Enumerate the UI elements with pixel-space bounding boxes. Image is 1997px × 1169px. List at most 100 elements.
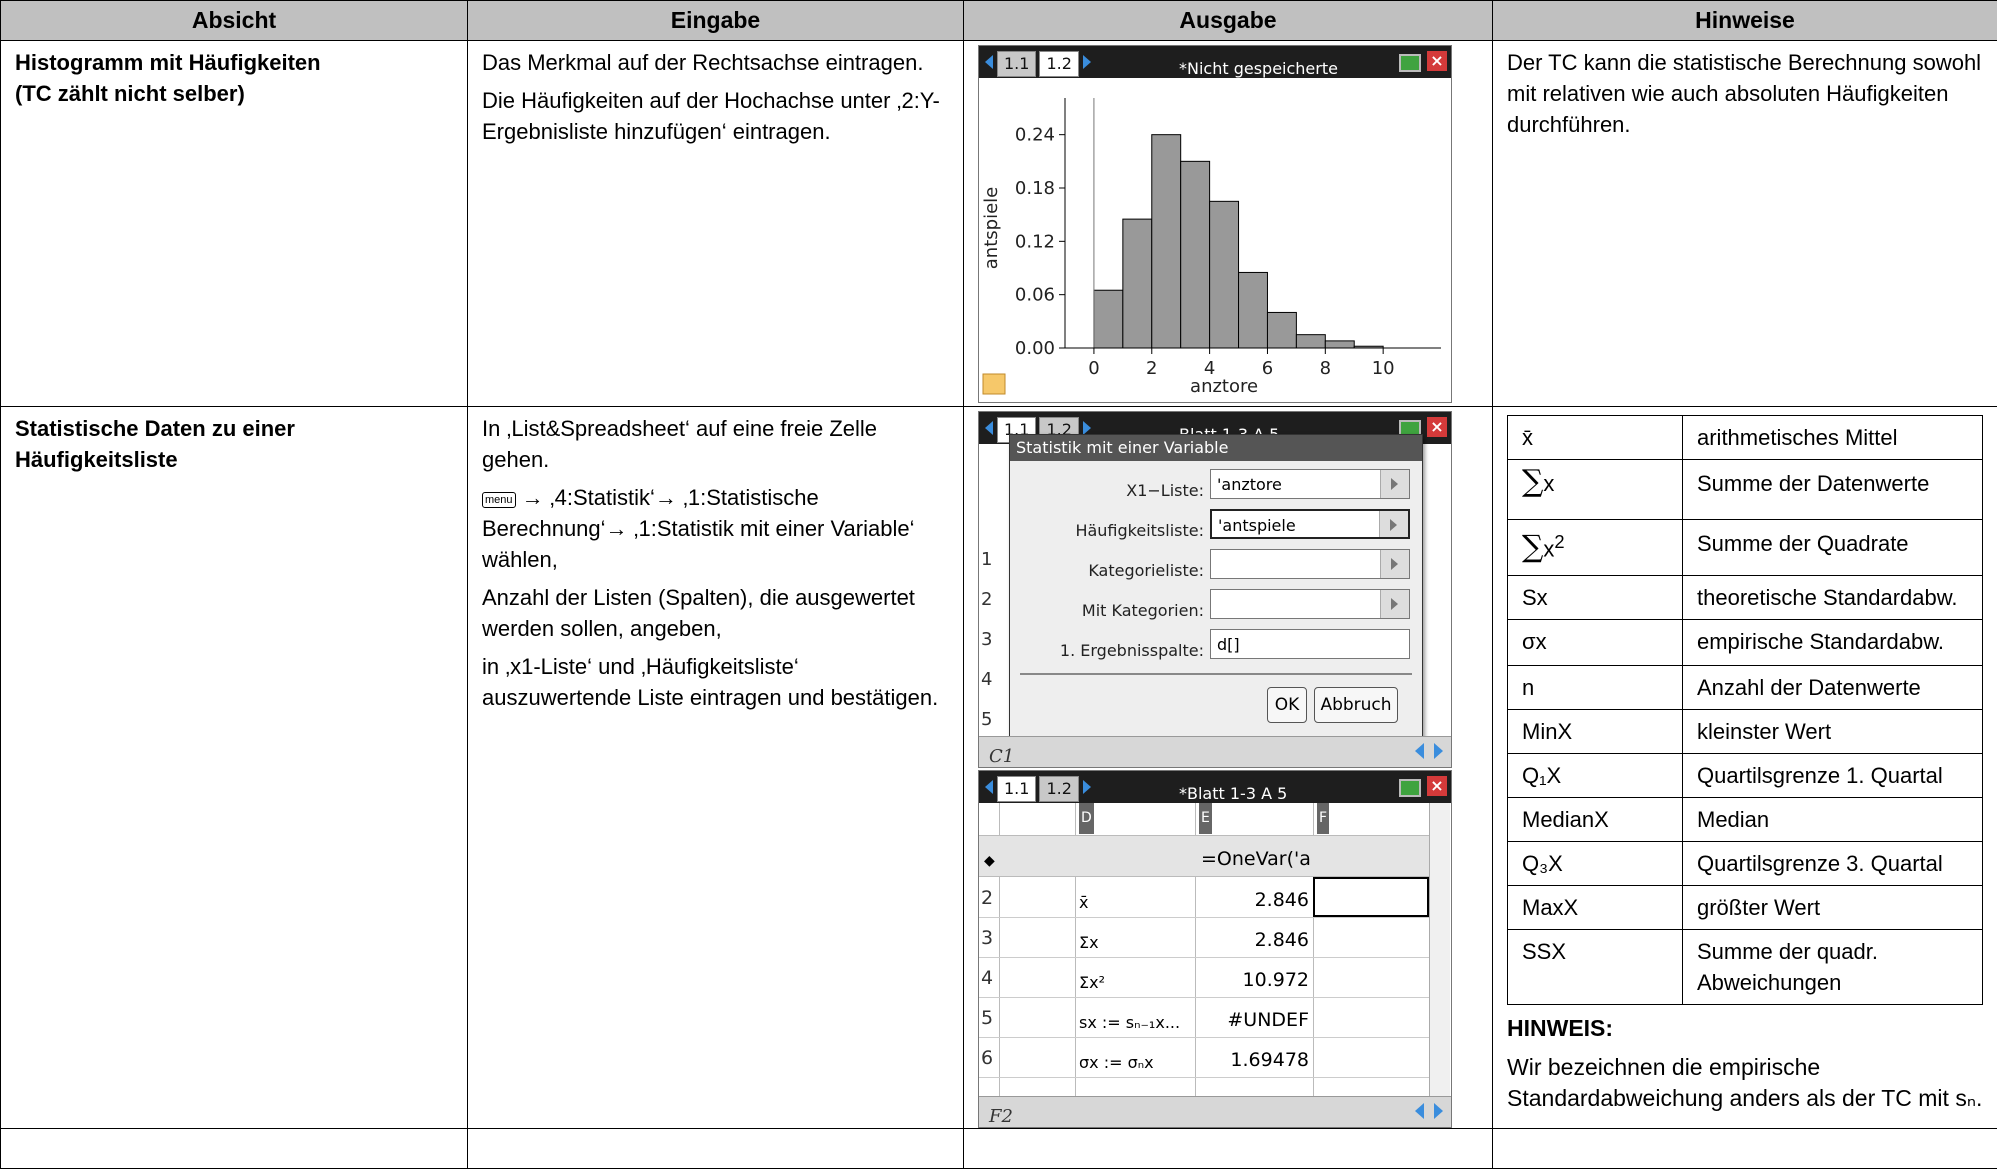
note-text: Wir bezeichnen die empirische Standardab…	[1507, 1052, 1983, 1114]
symbol-row: x̄arithmetisches Mittel	[1508, 416, 1983, 460]
stat-value[interactable]: 2.846	[1255, 925, 1309, 956]
tab-right-arrow-icon[interactable]	[1083, 55, 1091, 69]
field-with-categories: Mit Kategorien:	[1010, 587, 1422, 623]
row-number: 2	[981, 584, 992, 615]
frequency-list-input[interactable]: 'antspiele	[1210, 509, 1410, 539]
row-number: 2	[981, 883, 993, 914]
dropdown-arrow-icon[interactable]	[1379, 511, 1408, 537]
close-icon[interactable]: ×	[1427, 51, 1447, 71]
stat-value[interactable]: #UNDEF	[1227, 1005, 1309, 1036]
header-hinweise: Hinweise	[1493, 1, 1997, 41]
eingabe-step-4: in ‚x1-Liste‘ und ‚Häufigkeitsliste‘ aus…	[482, 651, 949, 713]
spreadsheet-icon	[983, 374, 1005, 394]
column-header-f[interactable]: F	[1317, 803, 1329, 834]
dropdown-arrow-icon[interactable]	[1380, 470, 1409, 498]
eingabe-cell: Das Merkmal auf der Rechtsachse eintrage…	[468, 41, 964, 407]
nav-left-icon[interactable]	[1415, 743, 1424, 759]
histogram-bar	[1267, 312, 1296, 348]
stat-value[interactable]: 2.846	[1255, 885, 1309, 916]
histogram-bar	[1296, 335, 1325, 348]
calculator-screen-histogram: 1.1 1.2 *Nicht gespeicherte × 0.000.060.…	[978, 45, 1452, 403]
ausgabe-cell: 1.1 1.2 Blatt 1-3 A 5 × 1 2 3 4 5 Statis…	[964, 407, 1493, 1129]
formula-row: ◆ =OneVar('a	[979, 835, 1429, 877]
tab-left-arrow-icon[interactable]	[985, 55, 993, 69]
symbol-row: MinXkleinster Wert	[1508, 710, 1983, 754]
row-number: 6	[981, 1043, 993, 1074]
symbol-row: ∑x2Summe der Quadrate	[1508, 520, 1983, 576]
current-cell: F2	[989, 1101, 1013, 1128]
stat-label[interactable]: x̄	[1079, 887, 1088, 918]
result-row: 2 x̄ 2.846	[979, 877, 1429, 918]
hinweise-cell: Der TC kann die statistische Berechnung …	[1493, 41, 1997, 407]
calculator-screen-dialog: 1.1 1.2 Blatt 1-3 A 5 × 1 2 3 4 5 Statis…	[978, 411, 1452, 768]
category-list-input[interactable]	[1210, 549, 1410, 579]
tab-left-arrow-icon[interactable]	[985, 780, 993, 794]
row-number: 1	[981, 544, 992, 575]
nav-right-icon[interactable]	[1434, 1103, 1443, 1119]
symbol-row: MaxXgrößter Wert	[1508, 886, 1983, 930]
column-header-e[interactable]: E	[1199, 803, 1212, 834]
y-tick-label: 0.06	[1015, 285, 1055, 306]
calc-footer: C1	[979, 736, 1451, 767]
symbol-desc: Summe der quadr. Abweichungen	[1683, 930, 1983, 1005]
calc-tabbar: 1.1 1.2 *Blatt 1-3 A 5 ×	[979, 771, 1451, 803]
symbol: x	[1543, 536, 1554, 561]
cancel-button[interactable]: Abbruch	[1314, 687, 1398, 723]
row-number: 4	[981, 664, 992, 695]
formula-cell[interactable]: =OneVar('a	[1201, 844, 1311, 875]
nav-right-icon[interactable]	[1434, 743, 1443, 759]
header-ausgabe: Ausgabe	[964, 1, 1493, 41]
symbol-desc: Summe der Quadrate	[1683, 520, 1983, 576]
x-axis-label: anztore	[1190, 376, 1258, 397]
symbol: Q₁X	[1508, 754, 1683, 798]
symbol-row: Sxtheoretische Standardabw.	[1508, 576, 1983, 620]
symbol-desc: kleinster Wert	[1683, 710, 1983, 754]
dialog-divider	[1020, 673, 1412, 675]
symbol-desc: empirische Standardabw.	[1683, 620, 1983, 666]
close-icon[interactable]: ×	[1427, 776, 1447, 796]
x1-list-input[interactable]: 'anztore	[1210, 469, 1410, 499]
symbol-desc: Quartilsgrenze 1. Quartal	[1683, 754, 1983, 798]
absicht-cell: Histogramm mit Häufigkeiten (TC zählt ni…	[1, 41, 468, 407]
y-tick-label: 0.12	[1015, 231, 1055, 252]
stat-label[interactable]: Σx	[1079, 927, 1099, 958]
tab-right-arrow-icon[interactable]	[1083, 780, 1091, 794]
tab-1-1[interactable]: 1.1	[997, 51, 1036, 77]
y-tick-label: 0.00	[1015, 338, 1055, 359]
ok-button[interactable]: OK	[1267, 687, 1307, 723]
histogram-chart: 0.000.060.120.180.240246810anztoreantspi…	[979, 78, 1449, 400]
nav-left-icon[interactable]	[1415, 1103, 1424, 1119]
row-histogram: Histogramm mit Häufigkeiten (TC zählt ni…	[1, 41, 1997, 407]
tab-right-arrow-icon[interactable]	[1083, 421, 1091, 435]
calculator-screen-spreadsheet: 1.1 1.2 *Blatt 1-3 A 5 × D E F	[978, 770, 1452, 1128]
header-eingabe: Eingabe	[468, 1, 964, 41]
result-column-input[interactable]: d[]	[1210, 629, 1410, 659]
histogram-bar	[1123, 219, 1152, 348]
tab-left-arrow-icon[interactable]	[985, 421, 993, 435]
selected-cell[interactable]	[1313, 877, 1429, 917]
y-axis-label: antspiele	[981, 187, 1002, 269]
stat-value[interactable]: 10.972	[1243, 965, 1309, 996]
histogram-bar	[1152, 135, 1181, 348]
field-frequency-list: Häufigkeitsliste: 'antspiele	[1010, 507, 1422, 543]
tab-1-1[interactable]: 1.1	[997, 776, 1036, 802]
stat-label[interactable]: Σx²	[1079, 967, 1105, 998]
symbol: Sx	[1508, 576, 1683, 620]
symbol-row: SSXSumme der quadr. Abweichungen	[1508, 930, 1983, 1005]
close-icon[interactable]: ×	[1427, 417, 1447, 437]
symbol: x	[1543, 471, 1554, 496]
result-row: 6 σx := σₙx 1.69478	[979, 1037, 1429, 1078]
dropdown-arrow-icon[interactable]	[1380, 590, 1409, 618]
dialog-one-var-stats: Statistik mit einer Variable X1−Liste: '…	[1009, 434, 1423, 748]
row-number: 4	[981, 963, 993, 994]
x-tick-label: 6	[1262, 358, 1273, 379]
calc-footer: F2	[979, 1096, 1451, 1127]
stat-value[interactable]: 1.69478	[1230, 1045, 1309, 1076]
tab-1-2[interactable]: 1.2	[1039, 51, 1078, 77]
stat-label[interactable]: σx := σₙx	[1079, 1047, 1154, 1078]
dropdown-arrow-icon[interactable]	[1380, 550, 1409, 578]
with-categories-input[interactable]	[1210, 589, 1410, 619]
stat-label[interactable]: sx := sₙ₋₁x...	[1079, 1007, 1180, 1038]
column-header-d[interactable]: D	[1079, 803, 1094, 834]
tab-1-2[interactable]: 1.2	[1039, 776, 1078, 802]
